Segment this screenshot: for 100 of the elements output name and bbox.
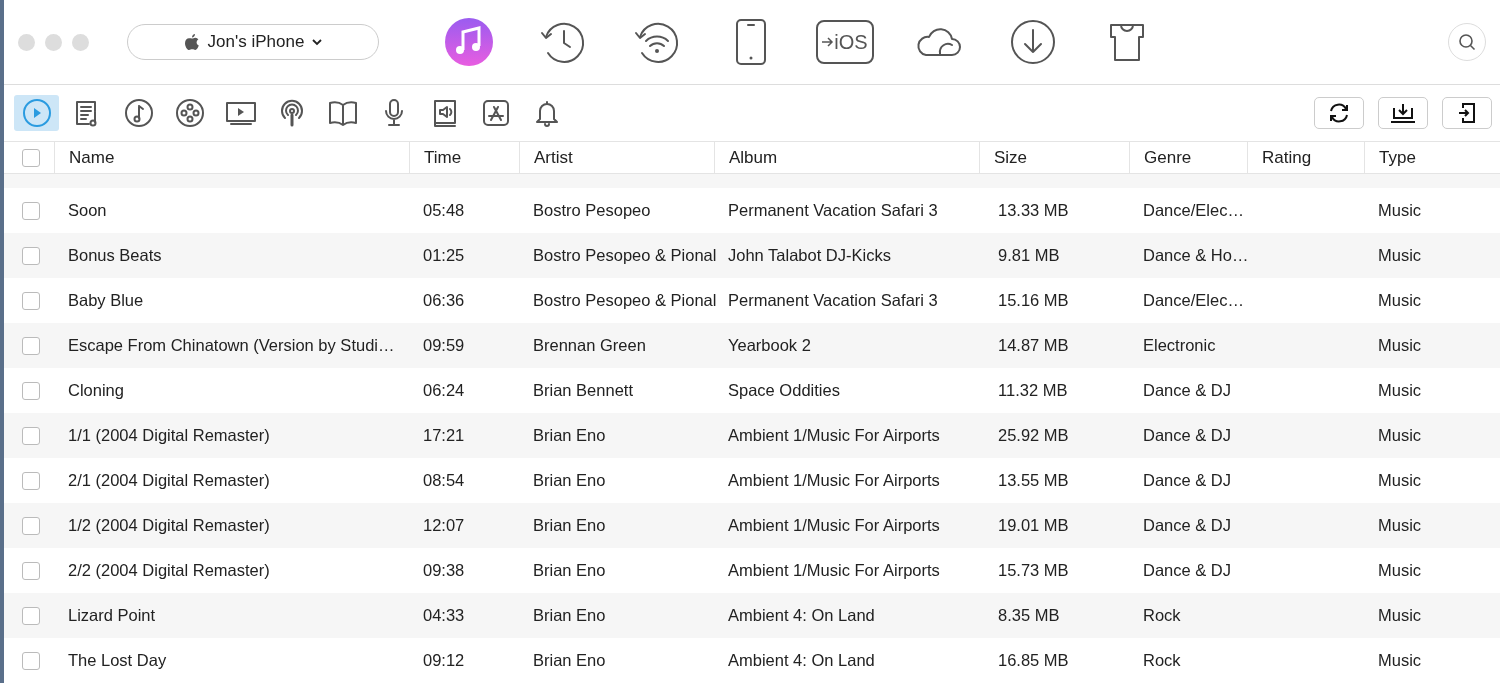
table-cell: Music bbox=[1378, 606, 1422, 624]
checkbox[interactable] bbox=[22, 606, 40, 625]
checkbox[interactable] bbox=[22, 561, 40, 580]
table-cell: Music bbox=[1378, 201, 1422, 219]
table-cell: Dance & DJ bbox=[1143, 516, 1232, 534]
table-cell: Brian Eno bbox=[533, 561, 606, 579]
table-cell: Dance & DJ bbox=[1143, 561, 1232, 579]
table-cell: Brian Eno bbox=[533, 606, 606, 624]
table-cell: 12:07 bbox=[423, 516, 465, 534]
table-cell: Bostro Pesopeo & Pional bbox=[533, 291, 717, 309]
table-cell: Bonus Beats bbox=[68, 246, 162, 264]
table-cell: Dance & DJ bbox=[1143, 471, 1232, 489]
film-reel-icon bbox=[174, 98, 205, 128]
table-cell: Brian Eno bbox=[533, 651, 606, 669]
table-cell: 13.33 MB bbox=[998, 201, 1069, 219]
table-cell: John Talabot DJ-Kicks bbox=[728, 246, 891, 264]
table-cell: 19.01 MB bbox=[998, 516, 1069, 534]
download-icon bbox=[1008, 17, 1058, 67]
table-cell: Rock bbox=[1143, 606, 1181, 624]
checkbox[interactable] bbox=[22, 651, 40, 670]
table-cell: 06:36 bbox=[423, 291, 465, 309]
open-book-icon bbox=[326, 98, 359, 128]
table-cell: Music bbox=[1378, 426, 1422, 444]
table-cell: 1/2 (2004 Digital Remaster) bbox=[68, 516, 270, 534]
table-cell: 06:24 bbox=[423, 381, 465, 399]
table-cell: 09:38 bbox=[423, 561, 465, 579]
table-cell: Brian Eno bbox=[533, 516, 606, 534]
column-header[interactable]: Album bbox=[729, 147, 778, 168]
chevron-down-icon bbox=[312, 38, 323, 46]
table-cell: 15.16 MB bbox=[998, 291, 1069, 309]
apple-logo-icon bbox=[183, 32, 200, 52]
table-cell: Music bbox=[1378, 336, 1422, 354]
table-cell: Cloning bbox=[68, 381, 124, 399]
column-header[interactable]: Time bbox=[424, 147, 462, 168]
table-cell: Ambient 4: On Land bbox=[728, 606, 875, 624]
checkbox[interactable] bbox=[22, 381, 40, 400]
table-cell: Music bbox=[1378, 561, 1422, 579]
checkbox[interactable] bbox=[22, 201, 40, 220]
column-header[interactable]: Type bbox=[1379, 147, 1416, 168]
table-cell: 9.81 MB bbox=[998, 246, 1060, 264]
table-cell: Dance & Ho… bbox=[1143, 246, 1249, 264]
device-selector[interactable]: Jon's iPhone bbox=[127, 24, 379, 60]
table-cell: Brennan Green bbox=[533, 336, 646, 354]
checkbox[interactable] bbox=[22, 291, 40, 310]
table-cell: 01:25 bbox=[423, 246, 465, 264]
table-cell: Ambient 1/Music For Airports bbox=[728, 516, 940, 534]
table-cell: The Lost Day bbox=[68, 651, 167, 669]
column-header[interactable]: Name bbox=[69, 147, 115, 168]
column-header[interactable]: Artist bbox=[534, 147, 573, 168]
table-cell: 09:59 bbox=[423, 336, 465, 354]
table-cell: 05:48 bbox=[423, 201, 465, 219]
table-cell: Baby Blue bbox=[68, 291, 144, 309]
table-cell: Music bbox=[1378, 516, 1422, 534]
table-cell: Space Oddities bbox=[728, 381, 840, 399]
play-circle-icon bbox=[21, 98, 52, 128]
phone-icon bbox=[734, 17, 768, 67]
checkbox[interactable] bbox=[22, 336, 40, 355]
table-cell: Bostro Pesopeo & Pional bbox=[533, 246, 717, 264]
laptop-download-icon bbox=[1390, 102, 1416, 124]
table-cell: Dance & DJ bbox=[1143, 381, 1232, 399]
refresh-button[interactable] bbox=[1314, 97, 1364, 129]
import-button[interactable] bbox=[1378, 97, 1428, 129]
table-cell: Brian Bennett bbox=[533, 381, 633, 399]
checkbox[interactable] bbox=[22, 471, 40, 490]
column-header[interactable]: Rating bbox=[1262, 147, 1312, 168]
table-cell: 15.73 MB bbox=[998, 561, 1069, 579]
table-cell: Brian Eno bbox=[533, 471, 606, 489]
table-cell: 2/1 (2004 Digital Remaster) bbox=[68, 471, 270, 489]
table-cell: 13.55 MB bbox=[998, 471, 1069, 489]
table-cell: 2/2 (2004 Digital Remaster) bbox=[68, 561, 270, 579]
table-cell: Rock bbox=[1143, 651, 1181, 669]
search-icon bbox=[1458, 33, 1476, 51]
export-button[interactable] bbox=[1442, 97, 1492, 129]
music-note-circle-icon bbox=[123, 98, 154, 128]
column-header[interactable]: Genre bbox=[1144, 147, 1192, 168]
table-cell: 11.32 MB bbox=[998, 381, 1068, 399]
table-cell: Ambient 1/Music For Airports bbox=[728, 561, 940, 579]
table-cell: 1/1 (2004 Digital Remaster) bbox=[68, 426, 270, 444]
checkbox[interactable] bbox=[22, 426, 40, 445]
refresh-icon bbox=[1327, 101, 1351, 125]
app-store-icon bbox=[480, 98, 511, 128]
table-cell: 09:12 bbox=[423, 651, 465, 669]
table-cell: Soon bbox=[68, 201, 107, 219]
arrow-right-icon bbox=[822, 37, 835, 47]
checkbox[interactable] bbox=[22, 148, 40, 167]
column-header[interactable]: Size bbox=[994, 147, 1028, 168]
checkbox[interactable] bbox=[22, 516, 40, 535]
table-cell: 04:33 bbox=[423, 606, 465, 624]
table-cell: 14.87 MB bbox=[998, 336, 1069, 354]
table-cell: Dance/Elec… bbox=[1143, 201, 1244, 219]
checkbox[interactable] bbox=[22, 246, 40, 265]
table-cell: Music bbox=[1378, 651, 1422, 669]
table-cell: Dance/Elec… bbox=[1143, 291, 1244, 309]
table-cell: Ambient 1/Music For Airports bbox=[728, 471, 940, 489]
table-cell: 8.35 MB bbox=[998, 606, 1060, 624]
table-cell: Lizard Point bbox=[68, 606, 156, 624]
table-cell: Brian Eno bbox=[533, 426, 606, 444]
table-cell: Music bbox=[1378, 381, 1422, 399]
table-cell: Bostro Pesopeo bbox=[533, 201, 651, 219]
table-cell: Music bbox=[1378, 246, 1422, 264]
